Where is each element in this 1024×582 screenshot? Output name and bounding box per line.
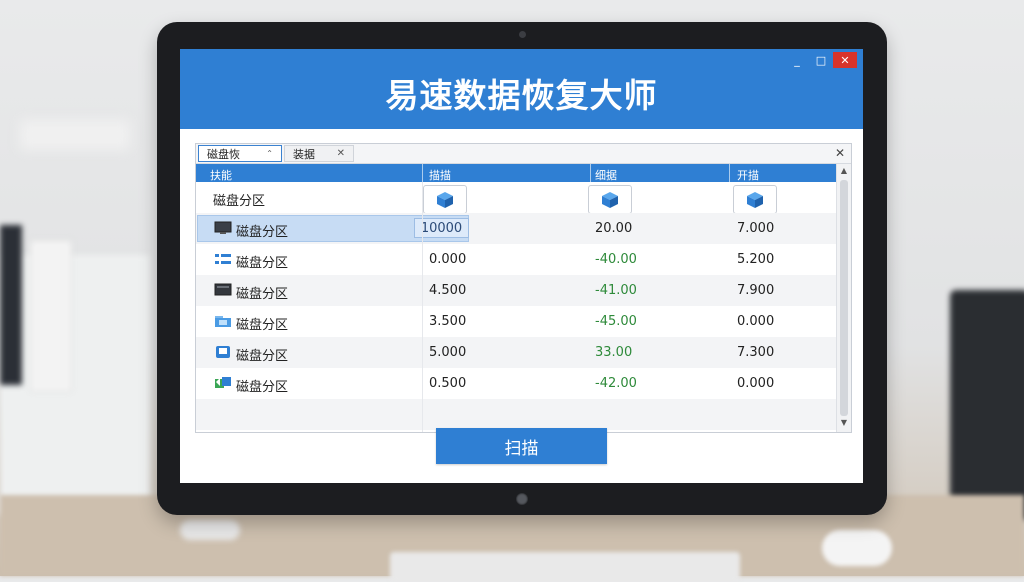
background-monitor — [950, 290, 1024, 520]
table-header: 扶能 描描 细据 开描 — [196, 164, 836, 182]
power-button-icon[interactable] — [516, 493, 528, 505]
cell-value: -40.00 — [595, 252, 637, 267]
table-row[interactable]: 磁盘分区 0.500 -42.00 0.000 — [196, 368, 836, 399]
background-keyboard — [390, 552, 740, 582]
partition-name: 磁盘分区 — [236, 349, 289, 364]
cube-icon — [437, 191, 453, 208]
open-cube-button[interactable] — [733, 185, 777, 214]
network-icon — [215, 254, 231, 264]
title-bar: 易速数据恢复大师 _ □ ✕ — [180, 49, 863, 129]
cell-value: 4.500 — [429, 283, 467, 298]
partition-name: 磁盘分区 — [236, 380, 289, 395]
cell-value: 0.000 — [737, 314, 775, 329]
partition-table: 磁盘分区 磁盘分区 10000 20.00 7.000 磁盘分区 0.000 -… — [196, 182, 836, 432]
partition-name: 磁盘分区 — [236, 318, 289, 333]
cell-value: 7.900 — [737, 283, 775, 298]
partition-name: 磁盘分区 — [236, 287, 289, 302]
cell-value: 7.300 — [737, 345, 775, 360]
cell-value: 7.000 — [737, 221, 775, 236]
table-row[interactable]: 磁盘分区 10000 20.00 7.000 — [196, 213, 836, 244]
chevron-up-icon: ⌃ — [266, 149, 273, 158]
data-cube-button[interactable] — [588, 185, 632, 214]
scroll-up-icon[interactable]: ▲ — [839, 166, 849, 178]
table-row[interactable]: 磁盘分区 0.000 -40.00 5.200 — [196, 244, 836, 275]
cell-value: 33.00 — [595, 345, 633, 360]
scan-cube-button[interactable] — [423, 185, 467, 214]
table-row[interactable]: 磁盘分区 4.500 -41.00 7.900 — [196, 275, 836, 306]
tab-label: 装据 — [293, 147, 315, 161]
cell-value: 5.000 — [429, 345, 467, 360]
column-header[interactable]: 描描 — [429, 167, 451, 183]
vertical-scrollbar[interactable]: ▲ ▼ — [836, 164, 851, 432]
app-window: 易速数据恢复大师 _ □ ✕ 磁盘恢 ⌃ 装据 ✕ ✕ 扶能 描描 细据 开描 … — [180, 49, 863, 483]
cell-value: 0.000 — [429, 252, 467, 267]
close-button[interactable]: ✕ — [833, 52, 857, 68]
cell-value: 0.000 — [737, 376, 775, 391]
scan-button[interactable]: 扫描 — [436, 428, 607, 464]
background-object — [180, 520, 240, 540]
disk-icon — [216, 346, 230, 358]
folder-icon — [215, 316, 231, 327]
cell-value: -45.00 — [595, 314, 637, 329]
app-title: 易速数据恢复大师 — [385, 76, 658, 115]
column-divider — [422, 182, 423, 432]
cell-value: 20.00 — [595, 221, 633, 236]
minimize-button[interactable]: _ — [785, 52, 809, 68]
tab-bar: 磁盘恢 ⌃ 装据 ✕ ✕ — [196, 144, 851, 164]
cell-value: 3.500 — [429, 314, 467, 329]
background-mouse — [822, 530, 892, 566]
background-lamp — [20, 120, 130, 150]
scroll-down-icon[interactable]: ▼ — [839, 418, 849, 430]
cell-value: -41.00 — [595, 283, 637, 298]
column-header[interactable]: 开描 — [737, 167, 759, 183]
partition-name: 磁盘分区 — [236, 256, 289, 271]
table-row[interactable]: 磁盘分区 3.500 -45.00 0.000 — [196, 306, 836, 337]
partition-panel: 磁盘恢 ⌃ 装据 ✕ ✕ 扶能 描描 细据 开描 磁盘分区 磁盘分区 10000… — [195, 143, 852, 433]
table-row[interactable]: 磁盘分区 — [196, 182, 836, 214]
recover-icon — [215, 377, 231, 388]
scroll-thumb[interactable] — [840, 180, 848, 416]
cube-icon — [602, 191, 618, 208]
background-shelf — [0, 255, 150, 515]
row-label: 磁盘分区 — [213, 194, 266, 209]
cell-value: 5.200 — [737, 252, 775, 267]
cell-value: 0.500 — [429, 376, 467, 391]
cube-icon — [747, 191, 763, 208]
webcam-icon — [519, 31, 526, 38]
table-row[interactable] — [196, 399, 836, 430]
table-row[interactable]: 磁盘分区 5.000 33.00 7.300 — [196, 337, 836, 368]
partition-name: 磁盘分区 — [236, 225, 289, 240]
window-controls: _ □ ✕ — [785, 52, 857, 68]
monitor-icon — [214, 221, 232, 234]
monitor: 易速数据恢复大师 _ □ ✕ 磁盘恢 ⌃ 装据 ✕ ✕ 扶能 描描 细据 开描 … — [157, 22, 887, 515]
column-header[interactable]: 扶能 — [210, 167, 232, 183]
cell-value: -42.00 — [595, 376, 637, 391]
tab-data[interactable]: 装据 ✕ — [284, 145, 354, 162]
drive-icon — [214, 283, 232, 296]
panel-close-icon[interactable]: ✕ — [835, 146, 845, 160]
tab-disk-recovery[interactable]: 磁盘恢 ⌃ — [198, 145, 282, 162]
background-binder — [30, 240, 72, 392]
maximize-button[interactable]: □ — [809, 52, 833, 68]
tab-close-icon[interactable]: ✕ — [337, 148, 345, 159]
background-binder — [0, 225, 22, 385]
column-header[interactable]: 细据 — [595, 167, 617, 183]
tab-label: 磁盘恢 — [207, 147, 240, 161]
